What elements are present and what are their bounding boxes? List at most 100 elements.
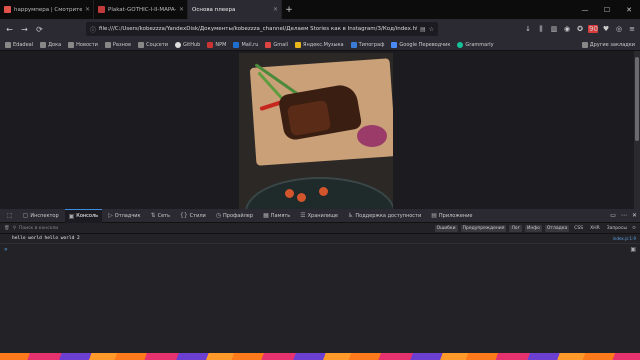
- devtools-toolbar: ⬚ ▢ Инспектор ▣ Консоль ▷ Отладчик ⇅ Сеть {}…: [0, 208, 640, 223]
- mailru-icon: [233, 41, 240, 48]
- page-scrollbar[interactable]: [634, 51, 640, 209]
- other-bookmarks[interactable]: Другие закладки: [581, 41, 635, 48]
- translate-icon: [391, 41, 398, 48]
- close-tab-icon[interactable]: ✕: [85, 6, 90, 13]
- tab-label: Plakat-GOTHIC-I-II-MAPA-Poster: [108, 6, 176, 13]
- tab-plakat[interactable]: Plakat-GOTHIC-I-II-MAPA-Poster ✕: [94, 0, 188, 19]
- bookmark-npm[interactable]: NPM: [207, 41, 226, 48]
- bookmark-label: Edadeal: [13, 41, 34, 48]
- bookmark-edadeal[interactable]: Edadeal: [5, 41, 34, 48]
- filter-css[interactable]: CSS: [572, 225, 585, 232]
- folder-icon: [104, 41, 111, 48]
- scrollbar-thumb[interactable]: [635, 57, 639, 141]
- bookmark-github[interactable]: GitHub: [175, 41, 200, 48]
- menu-icon[interactable]: ≡: [627, 25, 637, 33]
- back-icon[interactable]: ←: [3, 23, 16, 36]
- extension-icon[interactable]: ♥: [601, 25, 611, 33]
- bookmark-mailru[interactable]: Mail.ru: [233, 41, 258, 48]
- tab-player-base[interactable]: Основа плеера ✕: [188, 0, 282, 19]
- folder-icon: [581, 41, 588, 48]
- bookmark-typograf[interactable]: Типограф: [350, 41, 384, 48]
- bookmark-doka[interactable]: Дока: [40, 41, 62, 48]
- console-source-link[interactable]: index.js:1:9: [613, 236, 636, 241]
- bookmark-label: Соцсети: [146, 41, 169, 48]
- address-bar[interactable]: ⓘ file:///C:/Users/kobezzza/YandexDisk/Д…: [86, 22, 438, 36]
- application-icon: ▤: [431, 212, 437, 219]
- close-window-icon[interactable]: ✕: [618, 0, 640, 19]
- tab-label: Сеть: [157, 212, 171, 219]
- bookmark-label: Grammarly: [465, 41, 494, 48]
- reader-icon[interactable]: ▤: [420, 26, 426, 33]
- yandex-music-icon: [295, 41, 302, 48]
- page-info-icon[interactable]: ⓘ: [90, 25, 96, 34]
- bookmark-label: Дока: [48, 41, 62, 48]
- download-icon[interactable]: ↓: [523, 25, 533, 33]
- reload-icon[interactable]: ⟳: [33, 23, 46, 36]
- trash-icon[interactable]: 🗑: [4, 226, 10, 231]
- bookmark-grammarly[interactable]: Grammarly: [457, 41, 494, 48]
- extension-icon[interactable]: ✪: [575, 25, 585, 33]
- bookmark-label: Разное: [112, 41, 132, 48]
- tab-inspector[interactable]: ▢ Инспектор: [19, 209, 63, 223]
- grammarly-icon: [457, 41, 464, 48]
- tab-happymepera[interactable]: happyмпера | Смотрите анимe ✕: [0, 0, 94, 19]
- tab-profiler[interactable]: ◷ Профайлер: [212, 209, 257, 223]
- maximize-icon[interactable]: ☐: [596, 0, 618, 19]
- library-icon[interactable]: ⫼: [536, 25, 546, 34]
- bookmark-star-icon[interactable]: ☆: [429, 26, 434, 33]
- bookmark-google-translate[interactable]: Google Переводчик: [391, 41, 451, 48]
- console-filter-bar: 🗑 ⚲ Поиск в консоли Ошибки Предупреждени…: [0, 223, 640, 234]
- close-devtools-icon[interactable]: ✕: [632, 212, 637, 219]
- filter-icon: ⚲: [12, 225, 17, 231]
- tab-debugger[interactable]: ▷ Отладчик: [104, 209, 144, 223]
- tab-console[interactable]: ▣ Консоль: [64, 208, 103, 223]
- decorative-stripe: [0, 353, 640, 360]
- tab-network[interactable]: ⇅ Сеть: [147, 209, 174, 223]
- tab-label: Основа плеера: [192, 6, 236, 13]
- tab-accessibility[interactable]: ♿ Поддержка доступности: [344, 209, 425, 223]
- site-favicon-icon: [4, 6, 11, 13]
- tab-storage[interactable]: ☰ Хранилище: [296, 209, 342, 223]
- story-image: [239, 53, 393, 209]
- console-message: hello world hello world 2 index.js:1:9: [0, 234, 640, 244]
- bookmark-social[interactable]: Соцсети: [138, 41, 169, 48]
- devtools-menu-icon[interactable]: ⋯: [621, 212, 627, 219]
- console-filter-input[interactable]: Поиск в консоли: [19, 226, 58, 231]
- extension-icon[interactable]: ◎: [614, 25, 624, 33]
- minimize-icon[interactable]: —: [574, 0, 596, 19]
- bookmark-gmail[interactable]: Gmail: [265, 41, 288, 48]
- bookmark-news[interactable]: Новости: [68, 41, 98, 48]
- tab-application[interactable]: ▤ Приложение: [427, 209, 476, 223]
- bookmark-misc[interactable]: Разное: [104, 41, 132, 48]
- console-settings-icon[interactable]: ⚙: [632, 226, 636, 231]
- debugger-icon: ▷: [108, 212, 113, 219]
- forward-icon[interactable]: →: [18, 23, 31, 36]
- element-picker-icon[interactable]: ⬚: [3, 209, 17, 223]
- account-icon[interactable]: ◉: [562, 25, 572, 33]
- filter-requests[interactable]: Запросы: [605, 225, 629, 232]
- level-warnings[interactable]: Предупреждения: [460, 224, 507, 232]
- window-controls: — ☐ ✕: [574, 0, 640, 19]
- sidebar-icon[interactable]: ▥: [549, 25, 559, 33]
- close-tab-icon[interactable]: ✕: [179, 6, 184, 13]
- editor-mode-icon[interactable]: ▣: [630, 246, 636, 253]
- level-errors[interactable]: Ошибки: [434, 224, 458, 232]
- level-debug[interactable]: Отладка: [544, 224, 570, 232]
- devtools-controls: ▭ ⋯ ✕: [610, 212, 637, 219]
- tab-label: Отладчик: [114, 212, 141, 219]
- filter-xhr[interactable]: XHR: [588, 225, 602, 232]
- console-filter[interactable]: 🗑 ⚲ Поиск в консоли: [4, 226, 432, 231]
- level-log[interactable]: Лог: [509, 224, 522, 232]
- tab-label: Хранилище: [307, 212, 339, 219]
- bookmark-yandex-music[interactable]: Яндекс.Музыка: [295, 41, 344, 48]
- close-tab-icon[interactable]: ✕: [273, 6, 278, 13]
- console-input[interactable]: » ▣: [0, 244, 640, 254]
- folder-icon: [5, 41, 11, 48]
- tab-memory[interactable]: ▦ Память: [259, 209, 294, 223]
- github-icon: [175, 41, 182, 48]
- responsive-mode-icon[interactable]: ▭: [610, 212, 616, 219]
- new-tab-button[interactable]: +: [282, 0, 296, 19]
- bookmark-label: Google Переводчик: [399, 41, 451, 48]
- level-info[interactable]: Инфо: [524, 224, 542, 232]
- tab-styles[interactable]: {} Стили: [176, 209, 210, 223]
